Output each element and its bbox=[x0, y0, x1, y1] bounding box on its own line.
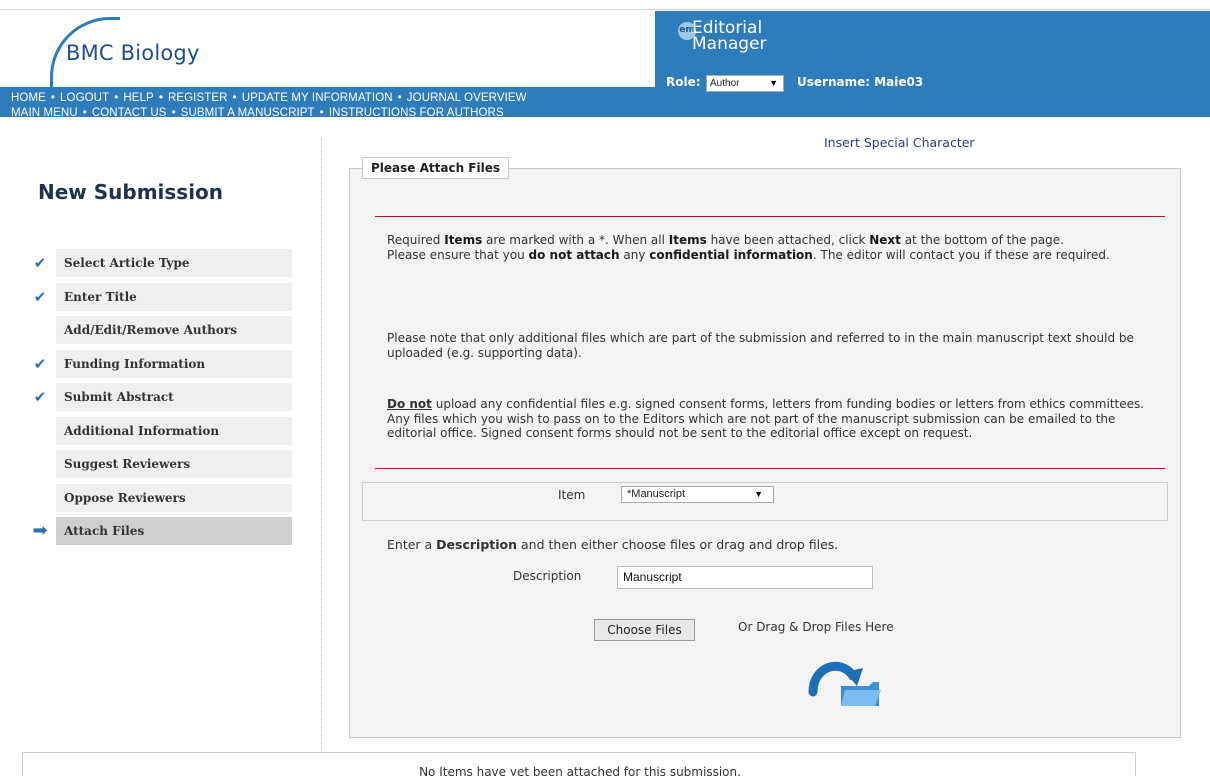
dropdown-arrow-icon: ▼ bbox=[769, 78, 778, 88]
step-label: Funding Information bbox=[56, 349, 292, 378]
step-label: Enter Title bbox=[56, 282, 292, 311]
nav-separator: • bbox=[82, 107, 87, 119]
folder-drop-icon[interactable] bbox=[805, 652, 881, 708]
step-enter-title[interactable]: ✔ Enter Title bbox=[30, 282, 292, 311]
nav-link-help[interactable]: HELP bbox=[123, 92, 153, 104]
step-mark-empty bbox=[30, 320, 50, 340]
enter-description-instruction: Enter a Description and then either choo… bbox=[387, 537, 838, 552]
brand-panel: BMC Biology bbox=[0, 11, 655, 87]
nav-separator: • bbox=[171, 107, 176, 119]
nav-row-2: MAIN MENU • CONTACT US • SUBMIT A MANUSCRIPT… bbox=[11, 107, 504, 119]
nav-link-journal-overview[interactable]: JOURNAL OVERVIEW bbox=[407, 92, 527, 104]
choose-files-button[interactable]: Choose Files bbox=[594, 619, 695, 641]
item-select[interactable]: *Manuscript ▼ bbox=[621, 486, 774, 503]
step-attach-files[interactable]: ➡ Attach Files bbox=[30, 517, 292, 545]
nav-link-contact-us[interactable]: CONTACT US bbox=[92, 107, 167, 119]
header-bar: BMC Biology HOME • LOGOUT • HELP • REGISTER • UP… bbox=[0, 11, 1210, 119]
instructions-confidential: Do not upload any confidential files e.g… bbox=[387, 397, 1145, 440]
submission-steps: ✔ Select Article Type ✔ Enter Title Add/Edit… bbox=[30, 249, 292, 551]
step-mark-empty bbox=[30, 454, 50, 474]
nav-link-main-menu[interactable]: MAIN MENU bbox=[11, 107, 78, 119]
step-label: Attach Files bbox=[56, 517, 292, 545]
item-value: *Manuscript bbox=[627, 488, 686, 500]
step-funding-information[interactable]: ✔ Funding Information bbox=[30, 349, 292, 378]
sidebar-title: New Submission bbox=[38, 180, 224, 204]
journal-name: BMC Biology bbox=[66, 41, 200, 65]
em-title-line2: Manager bbox=[692, 34, 767, 54]
role-select[interactable]: Author ▼ bbox=[706, 75, 784, 92]
step-oppose-reviewers[interactable]: Oppose Reviewers bbox=[30, 483, 292, 512]
step-label: Additional Information bbox=[56, 416, 292, 445]
step-add-edit-remove-authors[interactable]: Add/Edit/Remove Authors bbox=[30, 316, 292, 344]
step-label: Submit Abstract bbox=[56, 383, 292, 411]
step-suggest-reviewers[interactable]: Suggest Reviewers bbox=[30, 450, 292, 478]
step-mark-empty bbox=[30, 488, 50, 508]
check-icon: ✔ bbox=[33, 388, 47, 406]
drag-drop-label: Or Drag & Drop Files Here bbox=[738, 620, 894, 634]
nav-separator: • bbox=[114, 92, 119, 104]
check-icon: ✔ bbox=[33, 287, 47, 306]
instructions-additional-files: Please note that only additional files w… bbox=[387, 331, 1134, 360]
top-rule bbox=[0, 0, 1210, 10]
nav-separator: • bbox=[232, 92, 237, 104]
insert-special-character-link[interactable]: Insert Special Character bbox=[824, 135, 975, 150]
step-additional-information[interactable]: Additional Information bbox=[30, 416, 292, 445]
description-input[interactable]: Manuscript bbox=[617, 566, 873, 589]
step-label: Oppose Reviewers bbox=[56, 483, 292, 512]
nav-link-register[interactable]: REGISTER bbox=[168, 92, 228, 104]
arrow-right-icon: ➡ bbox=[32, 520, 48, 541]
check-icon: ✔ bbox=[33, 354, 47, 373]
nav-link-logout[interactable]: LOGOUT bbox=[60, 92, 109, 104]
nav-separator: • bbox=[319, 107, 324, 119]
instruction-bold: Description bbox=[436, 537, 518, 552]
instruction-post: and then either choose files or drag and… bbox=[517, 537, 839, 552]
step-label: Add/Edit/Remove Authors bbox=[56, 316, 292, 344]
nav-link-update-my-information[interactable]: UPDATE MY INFORMATION bbox=[242, 92, 393, 104]
nav-link-submit-a-manuscript[interactable]: SUBMIT A MANUSCRIPT bbox=[181, 107, 315, 119]
check-icon: ✔ bbox=[33, 254, 47, 272]
instructions-required: Required Items are marked with a *. When… bbox=[387, 233, 1110, 262]
step-mark-empty bbox=[30, 421, 50, 441]
nav-separator: • bbox=[158, 92, 163, 104]
step-select-article-type[interactable]: ✔ Select Article Type bbox=[30, 249, 292, 277]
dropdown-arrow-icon: ▼ bbox=[754, 489, 763, 499]
role-label: Role: bbox=[666, 75, 701, 89]
step-label: Select Article Type bbox=[56, 249, 292, 277]
em-title: Editorial Manager bbox=[692, 20, 767, 54]
nav-separator: • bbox=[397, 92, 402, 104]
section-title: Please Attach Files bbox=[362, 157, 509, 179]
nav-link-home[interactable]: HOME bbox=[11, 92, 46, 104]
nav-link-instructions-for-authors[interactable]: INSTRUCTIONS FOR AUTHORS bbox=[329, 107, 504, 119]
description-label: Description bbox=[513, 569, 582, 583]
username: Username: Maie03 bbox=[797, 75, 924, 89]
instruction-pre: Enter a bbox=[387, 537, 437, 552]
divider-top bbox=[375, 216, 1165, 217]
role-value: Author bbox=[710, 78, 740, 89]
nav-row-1: HOME • LOGOUT • HELP • REGISTER • UPDATE MY INFO… bbox=[11, 92, 527, 104]
divider-bottom bbox=[375, 468, 1165, 469]
step-submit-abstract[interactable]: ✔ Submit Abstract bbox=[30, 383, 292, 411]
nav-separator: • bbox=[50, 92, 56, 104]
attached-items-status: No Items have yet been attached for this… bbox=[419, 765, 741, 776]
vertical-divider bbox=[321, 138, 322, 750]
step-label: Suggest Reviewers bbox=[56, 450, 292, 478]
item-label: Item bbox=[558, 488, 586, 502]
